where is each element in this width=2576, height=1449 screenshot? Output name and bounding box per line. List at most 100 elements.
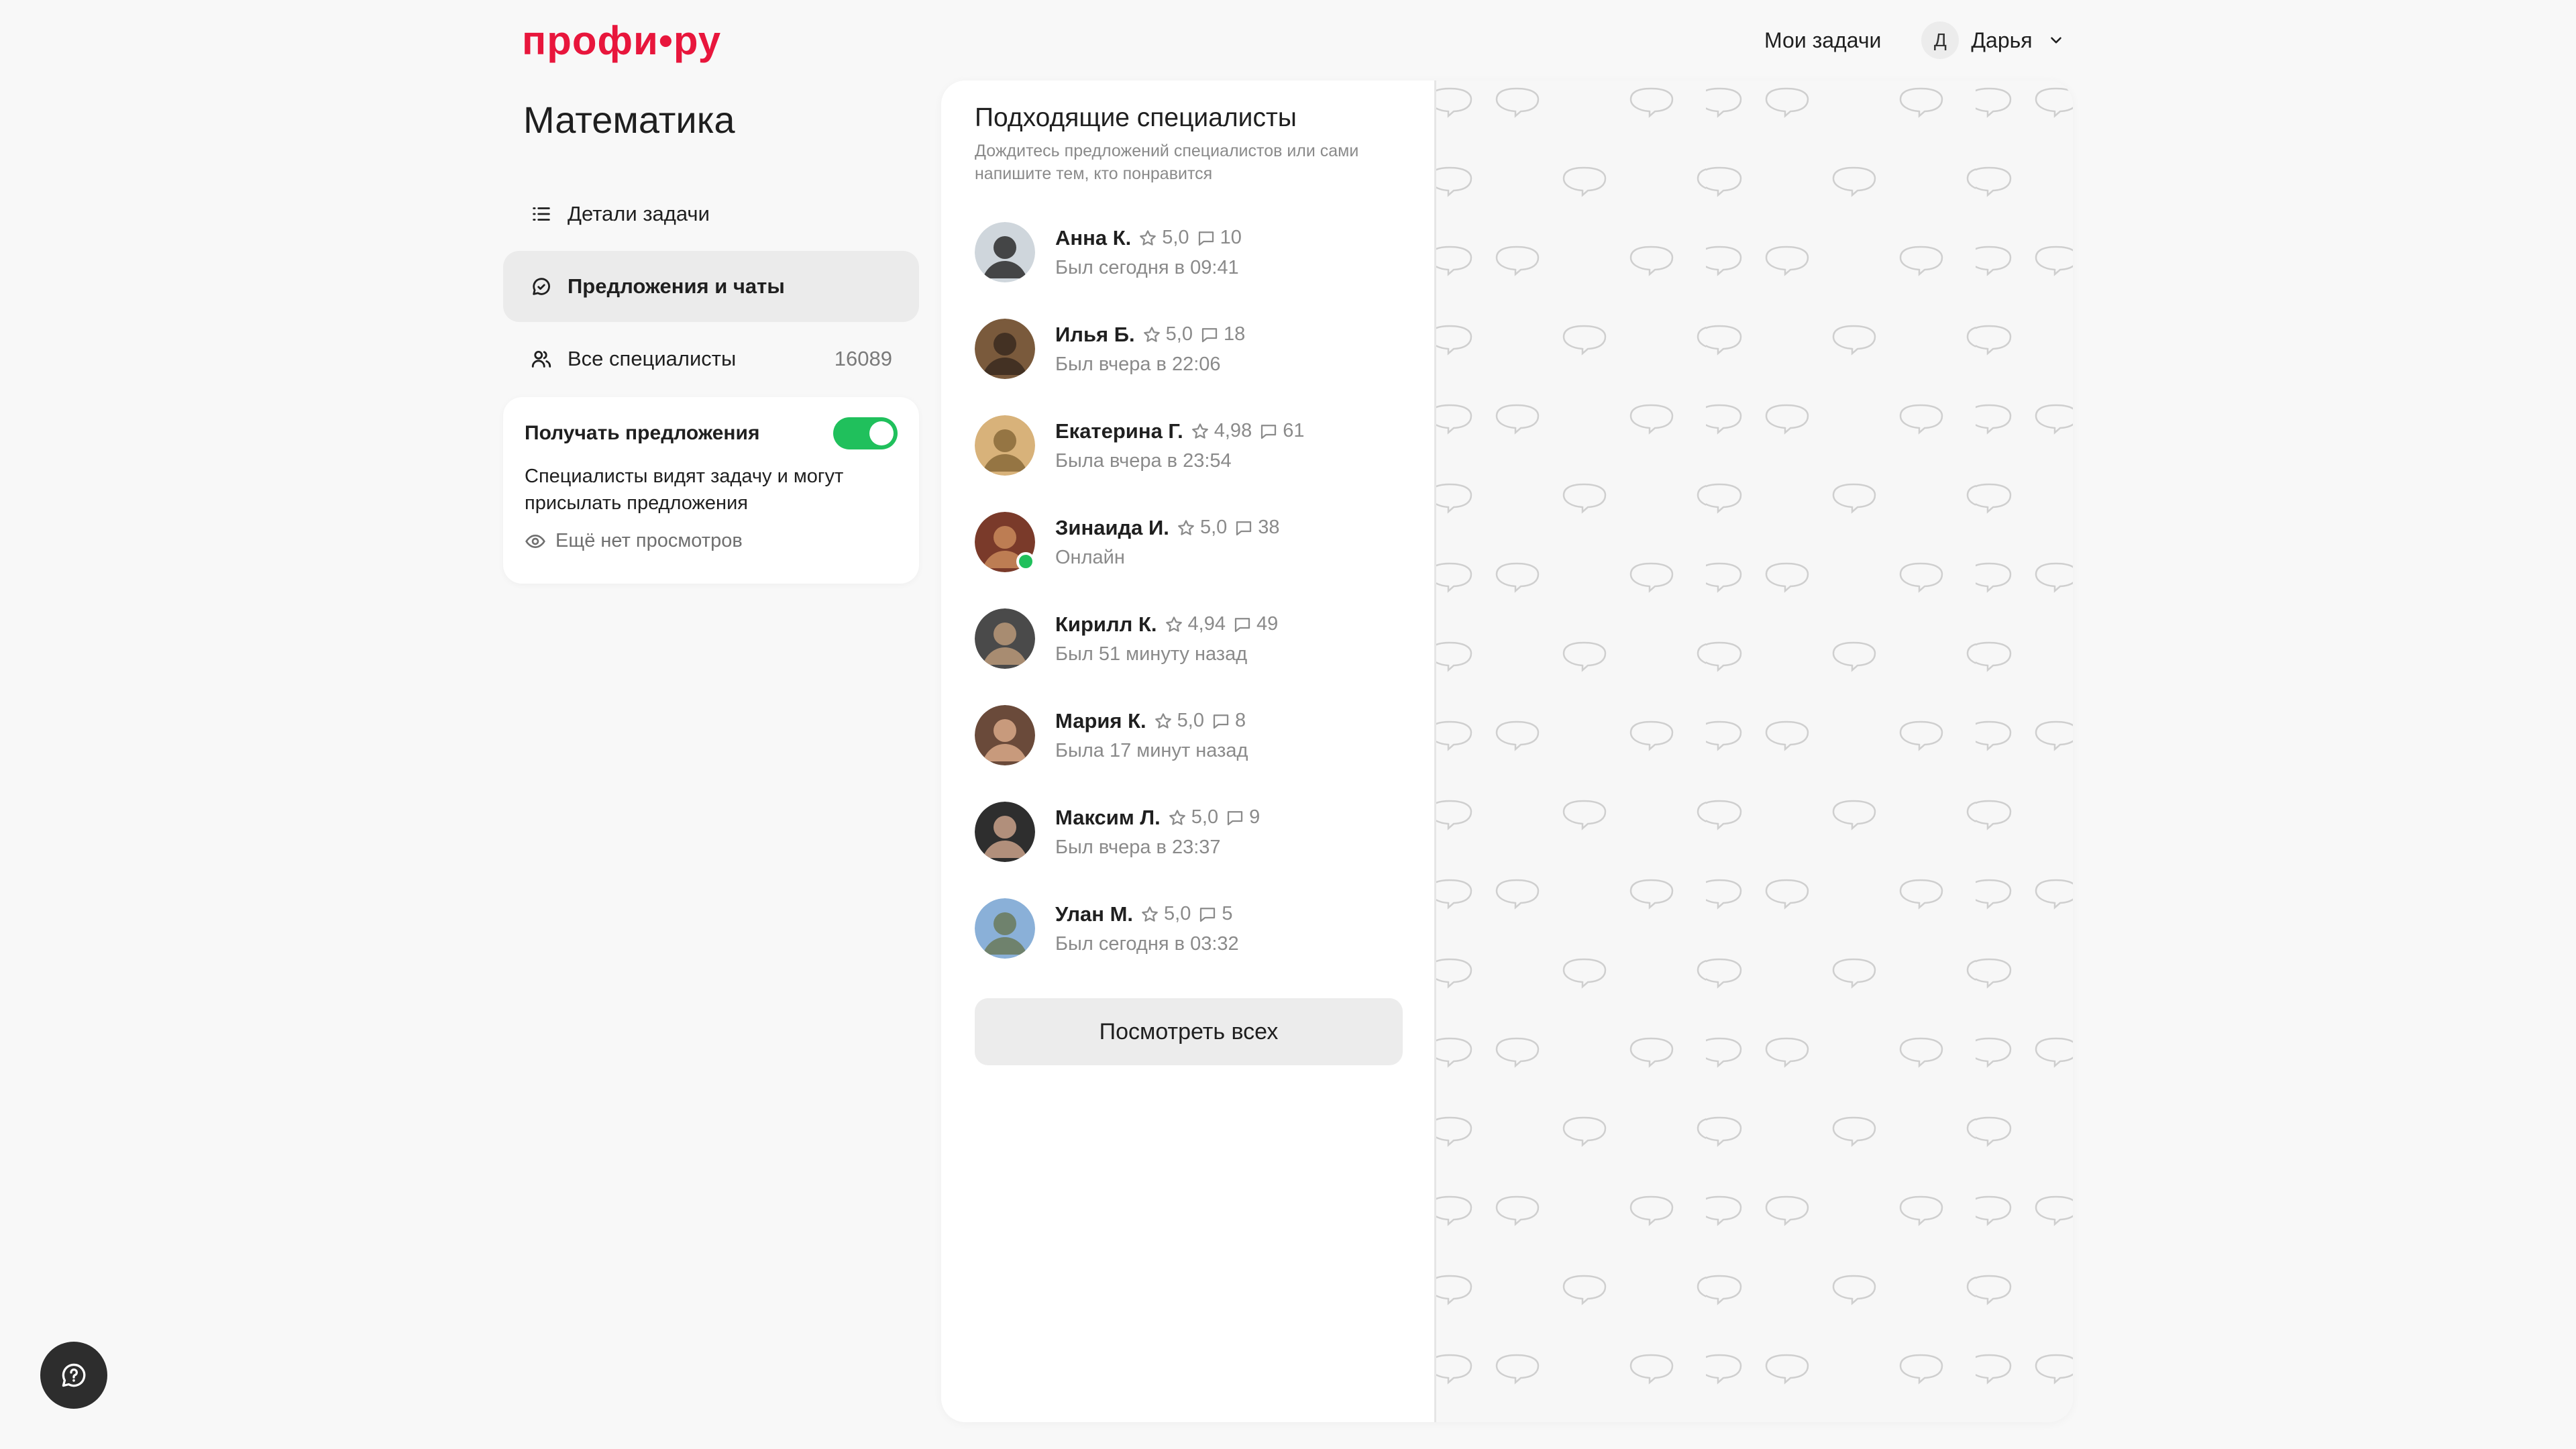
avatar-photo	[975, 415, 1035, 476]
reviews-count: 61	[1283, 420, 1305, 441]
sidebar-item-task-details[interactable]: Детали задачи	[503, 178, 919, 250]
chevron-down-icon	[2050, 37, 2061, 44]
specialist-info: Екатерина Г. 4,98 61 Была вчера в 23:54	[1055, 419, 1304, 472]
avatar[interactable]	[975, 415, 1035, 476]
star-icon	[1178, 519, 1194, 535]
rating: 4,98	[1190, 420, 1252, 442]
specialist-name[interactable]: Кирилл К.	[1055, 612, 1157, 637]
reviews: 9	[1225, 806, 1260, 828]
avatar-photo	[975, 802, 1035, 862]
specialist-row[interactable]: Зинаида И. 5,0 38 Онлайн	[975, 494, 1401, 590]
reviews: 8	[1211, 710, 1246, 732]
toggle-knob	[869, 421, 894, 445]
specialist-row[interactable]: Максим Л. 5,0 9 Был вчера в 23:37	[975, 784, 1401, 880]
chat-pattern-background	[1436, 80, 2073, 1422]
help-button[interactable]	[40, 1342, 107, 1409]
reviews: 18	[1199, 323, 1245, 345]
reviews-count: 49	[1256, 613, 1279, 635]
specialist-name[interactable]: Улан М.	[1055, 902, 1133, 926]
specialist-status: Был вчера в 23:37	[1055, 836, 1221, 858]
reviews-count: 18	[1223, 323, 1246, 345]
user-menu[interactable]: Д Дарья	[1921, 21, 2064, 59]
specialists-title: Подходящие специалисты	[975, 103, 1297, 132]
specialist-name[interactable]: Екатерина Г.	[1055, 419, 1183, 443]
rating-value: 5,0	[1164, 903, 1191, 924]
sidebar-item-all-specialists[interactable]: Все специалисты 16089	[503, 323, 919, 394]
specialist-row[interactable]: Улан М. 5,0 5 Был сегодня в 03:32	[975, 880, 1401, 977]
sidebar-item-label: Детали задачи	[568, 202, 710, 225]
logo[interactable]: профи•ру	[522, 18, 721, 63]
eye-icon	[525, 534, 545, 548]
reviews: 10	[1196, 227, 1242, 249]
chat-area	[1436, 80, 2073, 1422]
specialist-info: Максим Л. 5,0 9 Был вчера в 23:37	[1055, 806, 1260, 859]
sidebar-item-offers-chats[interactable]: Предложения и чаты	[503, 251, 919, 322]
specialist-row[interactable]: Екатерина Г. 4,98 61 Была вчера в 23:54	[975, 397, 1401, 494]
star-icon	[1155, 712, 1171, 729]
receive-offers-toggle[interactable]	[833, 417, 898, 449]
specialist-row[interactable]: Анна К. 5,0 10 Был сегодня в 09:41	[975, 204, 1401, 301]
rating: 4,94	[1164, 613, 1226, 635]
specialist-info: Улан М. 5,0 5 Был сегодня в 03:32	[1055, 902, 1239, 955]
specialist-status: Онлайн	[1055, 546, 1125, 568]
avatar[interactable]	[975, 319, 1035, 379]
receive-offers-title: Получать предложения	[525, 422, 760, 444]
specialist-name[interactable]: Анна К.	[1055, 226, 1131, 250]
views-text: Ещё нет просмотров	[555, 530, 743, 551]
specialist-status: Был 51 минуту назад	[1055, 643, 1248, 665]
specialist-name[interactable]: Мария К.	[1055, 709, 1146, 733]
specialist-name[interactable]: Зинаида И.	[1055, 516, 1169, 540]
comment-icon	[1201, 327, 1218, 342]
star-icon	[1142, 906, 1158, 922]
comment-icon	[1198, 231, 1214, 246]
specialist-row[interactable]: Кирилл К. 4,94 49 Был 51 минуту назад	[975, 590, 1401, 687]
avatar[interactable]	[975, 608, 1035, 669]
reviews: 49	[1232, 613, 1278, 635]
specialist-row[interactable]: Илья Б. 5,0 18 Был вчера в 22:06	[975, 301, 1401, 397]
specialist-status: Был вчера в 22:06	[1055, 353, 1221, 375]
avatar[interactable]	[975, 512, 1035, 572]
online-indicator	[1016, 552, 1035, 571]
reviews: 38	[1234, 517, 1280, 539]
reviews-count: 5	[1222, 903, 1233, 924]
rating-value: 5,0	[1177, 710, 1204, 731]
rating-value: 5,0	[1162, 227, 1189, 248]
specialist-row[interactable]: Мария К. 5,0 8 Была 17 минут назад	[975, 687, 1401, 784]
star-icon	[1191, 423, 1208, 439]
specialist-status: Был сегодня в 03:32	[1055, 932, 1239, 955]
avatar: Д	[1921, 21, 1960, 59]
sidebar-item-label: Предложения и чаты	[568, 274, 785, 298]
avatar[interactable]	[975, 898, 1035, 959]
rating: 5,0	[1138, 227, 1189, 249]
rating: 5,0	[1153, 710, 1204, 732]
avatar[interactable]	[975, 705, 1035, 765]
specialist-info: Мария К. 5,0 8 Была 17 минут назад	[1055, 709, 1248, 762]
my-tasks-link[interactable]: Мои задачи	[1764, 28, 1881, 53]
specialists-list: Анна К. 5,0 10 Был сегодня в 09:41 Илья …	[975, 204, 1401, 977]
specialist-status: Была 17 минут назад	[1055, 739, 1248, 761]
rating: 5,0	[1142, 323, 1193, 345]
specialist-name[interactable]: Максим Л.	[1055, 806, 1161, 830]
receive-offers-card: Получать предложения Специалисты видят з…	[503, 397, 919, 584]
specialist-status: Был сегодня в 09:41	[1055, 256, 1239, 278]
header-nav: Мои задачи Д Дарья	[1764, 20, 2065, 60]
specialist-name[interactable]: Илья Б.	[1055, 323, 1135, 347]
reviews: 5	[1197, 903, 1233, 925]
star-icon	[1169, 809, 1185, 825]
rating: 5,0	[1140, 903, 1191, 925]
specialist-info: Кирилл К. 4,94 49 Был 51 минуту назад	[1055, 612, 1278, 665]
avatar-photo	[975, 898, 1035, 959]
users-icon	[531, 350, 551, 368]
star-icon	[1140, 229, 1157, 246]
specialist-info: Зинаида И. 5,0 38 Онлайн	[1055, 516, 1280, 569]
specialists-count: 16089	[834, 347, 892, 370]
receive-offers-description: Специалисты видят задачу и могут присыла…	[525, 466, 844, 514]
rating-value: 5,0	[1165, 323, 1193, 345]
avatar[interactable]	[975, 802, 1035, 862]
comment-icon	[1236, 521, 1252, 535]
comment-icon	[1261, 424, 1277, 439]
rating-value: 5,0	[1199, 517, 1228, 538]
view-all-button[interactable]: Посмотреть всех	[975, 998, 1403, 1065]
rating-value: 5,0	[1191, 806, 1219, 828]
avatar[interactable]	[975, 222, 1035, 282]
